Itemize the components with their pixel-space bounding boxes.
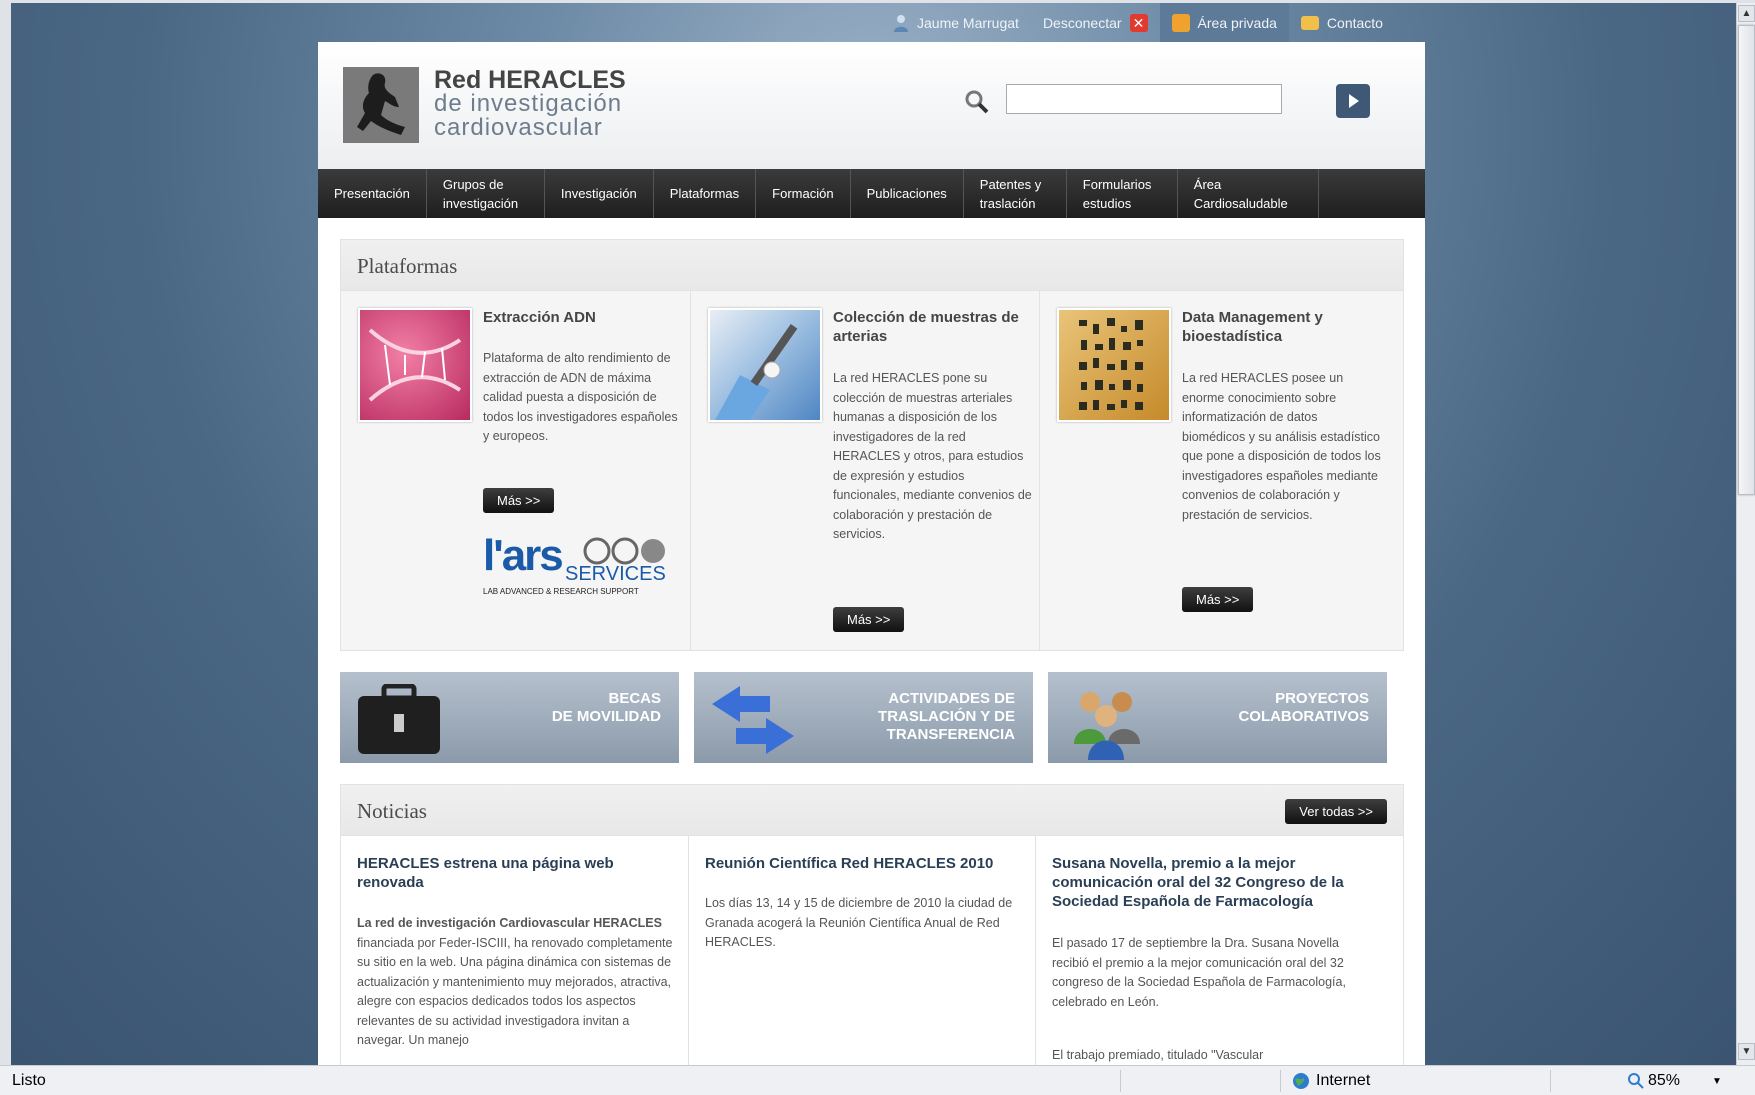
logo-line-3: cardiovascular <box>434 114 603 141</box>
status-separator <box>1280 1070 1281 1092</box>
nav-plataformas[interactable]: Plataformas <box>654 169 757 218</box>
news-text-bold: La red de investigación Cardiovascular H… <box>357 916 662 930</box>
nav-patentes-traslacion[interactable]: Patentes y traslación <box>964 169 1067 218</box>
exchange-arrows-icon <box>712 686 794 754</box>
logo-line-2: de investigación <box>434 90 623 117</box>
news-text: El pasado 17 de septiembre la Dra. Susan… <box>1052 936 1346 1009</box>
zoom-control[interactable]: 85% ▼ <box>1628 1072 1722 1090</box>
plataformas-title: Plataformas <box>357 254 458 278</box>
user-link[interactable]: Jaume Marrugat <box>881 3 1031 42</box>
browser-viewport: Jaume Marrugat Desconectar ✕ Área privad… <box>11 3 1736 1065</box>
noticias-title: Noticias <box>357 799 427 823</box>
top-utility-bar: Jaume Marrugat Desconectar ✕ Área privad… <box>881 3 1395 42</box>
globe-icon <box>1293 1073 1309 1089</box>
news-text-body: financiada por Feder-ISCIII, ha renovado… <box>357 935 673 1048</box>
platform-title[interactable]: Colección de muestras de arterias <box>833 308 1028 346</box>
news-item: Reunión Científica Red HERACLES 2010 Los… <box>688 836 1035 1065</box>
scroll-thumb[interactable] <box>1738 25 1755 495</box>
private-area-label: Área privada <box>1197 14 1277 31</box>
banner-proyectos-colaborativos[interactable]: PROYECTOS COLABORATIVOS <box>1048 672 1387 763</box>
scroll-down-arrow-icon[interactable]: ▼ <box>1738 1043 1755 1060</box>
nav-publicaciones[interactable]: Publicaciones <box>851 169 964 218</box>
plataformas-panel: Plataformas Extracción ADN Plataforma de… <box>340 239 1404 651</box>
logo-line-1: Red HERACLES <box>434 66 626 94</box>
banner-actividades-traslacion[interactable]: ACTIVIDADES DE TRASLACIÓN Y DE TRANSFERE… <box>694 672 1033 763</box>
scroll-up-arrow-icon[interactable]: ▲ <box>1738 5 1755 22</box>
lars-logo-tagline: LAB ADVANCED & RESEARCH SUPPORT <box>483 587 639 596</box>
user-icon <box>894 14 908 32</box>
news-text: La red de investigación Cardiovascular H… <box>357 914 677 1051</box>
news-text-continued: El trabajo premiado, titulado "Vascular <box>1052 1048 1264 1062</box>
vertical-scrollbar[interactable]: ▲ ▼ <box>1736 3 1755 1065</box>
play-arrow-icon <box>1349 94 1359 108</box>
platform-description: La red HERACLES pone su colección de mue… <box>833 371 1032 541</box>
lars-services-logo[interactable]: l'ars SERVICES LAB ADVANCED & RESEARCH S… <box>483 531 668 599</box>
nav-investigacion[interactable]: Investigación <box>545 169 654 218</box>
more-button[interactable]: Más >> <box>483 488 555 513</box>
nav-formularios-estudios[interactable]: Formularios estudios <box>1067 169 1178 218</box>
nav-grupos-investigacion[interactable]: Grupos de investigación <box>427 169 545 218</box>
logout-link[interactable]: Desconectar ✕ <box>1031 3 1160 42</box>
search-icon <box>965 90 989 114</box>
logout-label: Desconectar <box>1042 14 1122 31</box>
noticias-panel: Noticias Ver todas >> HERACLES estrena u… <box>340 784 1404 1065</box>
data-management-image[interactable] <box>1057 308 1171 422</box>
artery-samples-image[interactable] <box>708 308 822 422</box>
nav-area-cardiosaludable[interactable]: Área Cardiosaludable <box>1178 169 1319 218</box>
site-logo-text[interactable]: Red HERACLES de investigación cardiovasc… <box>434 68 626 140</box>
zoom-level: 85% <box>1648 1072 1681 1089</box>
see-all-news-button[interactable]: Ver todas >> <box>1285 799 1387 824</box>
security-zone[interactable]: Internet <box>1292 1072 1370 1090</box>
lars-logo-word: SERVICES <box>565 563 666 585</box>
platform-card-data-management: Data Management y bioestadística La red … <box>1039 291 1403 651</box>
platform-description: La red HERACLES posee un enorme conocimi… <box>1182 371 1381 522</box>
plataformas-header: Plataformas <box>341 240 1403 291</box>
briefcase-icon <box>358 684 440 754</box>
search-submit-button[interactable] <box>1336 84 1370 118</box>
status-separator <box>1550 1070 1551 1092</box>
more-button[interactable]: Más >> <box>833 607 905 632</box>
private-area-link[interactable]: Área privada <box>1159 3 1289 42</box>
banner-becas-movilidad[interactable]: BECAS DE MOVILIDAD <box>340 672 679 763</box>
zoom-icon <box>1628 1073 1644 1089</box>
news-title[interactable]: HERACLES estrena una página web renovada <box>357 854 667 892</box>
lock-icon <box>1171 13 1190 32</box>
lars-logo-name: l'ars <box>483 531 564 580</box>
search-input[interactable] <box>1006 84 1282 114</box>
more-button[interactable]: Más >> <box>1182 587 1254 612</box>
news-text: Los días 13, 14 y 15 de diciembre de 201… <box>705 896 1013 949</box>
heracles-logo-icon[interactable] <box>343 67 419 143</box>
news-title[interactable]: Reunión Científica Red HERACLES 2010 <box>705 854 1015 873</box>
news-title[interactable]: Susana Novella, premio a la mejor comuni… <box>1052 854 1362 911</box>
browser-status-bar: Listo Internet 85% ▼ <box>0 1065 1755 1095</box>
news-item: HERACLES estrena una página web renovada… <box>341 836 688 1065</box>
platform-description: Plataforma de alto rendimiento de extrac… <box>483 351 678 443</box>
chevron-down-icon[interactable]: ▼ <box>1712 1076 1722 1087</box>
dna-image[interactable] <box>358 308 472 422</box>
banner-text: PROYECTOS COLABORATIVOS <box>1238 690 1369 725</box>
contact-link[interactable]: Contacto <box>1289 3 1395 42</box>
main-nav: Presentación Grupos de investigación Inv… <box>318 169 1425 218</box>
noticias-header: Noticias Ver todas >> <box>341 785 1403 836</box>
status-separator <box>1120 1070 1121 1092</box>
contact-label: Contacto <box>1326 14 1383 31</box>
news-item: Susana Novella, premio a la mejor comuni… <box>1035 836 1403 1065</box>
platform-card-arterias: Colección de muestras de arterias La red… <box>690 291 1039 651</box>
nav-presentacion[interactable]: Presentación <box>318 169 427 218</box>
platform-title[interactable]: Extracción ADN <box>483 308 678 327</box>
banner-text: ACTIVIDADES DE TRASLACIÓN Y DE TRANSFERE… <box>878 690 1015 743</box>
platform-card-adn: Extracción ADN Plataforma de alto rendim… <box>341 291 690 651</box>
close-icon: ✕ <box>1129 13 1148 32</box>
users-group-icon <box>1074 692 1140 760</box>
banner-text: BECAS DE MOVILIDAD <box>551 690 661 725</box>
platform-title[interactable]: Data Management y bioestadística <box>1182 308 1377 346</box>
envelope-icon <box>1300 15 1319 30</box>
status-text: Listo <box>12 1072 46 1089</box>
nav-formacion[interactable]: Formación <box>756 169 851 218</box>
zone-label: Internet <box>1316 1072 1371 1089</box>
page-container: Red HERACLES de investigación cardiovasc… <box>318 42 1425 1065</box>
lars-emblem-icon <box>583 537 665 565</box>
site-header: Red HERACLES de investigación cardiovasc… <box>318 42 1425 169</box>
user-name: Jaume Marrugat <box>917 14 1019 31</box>
